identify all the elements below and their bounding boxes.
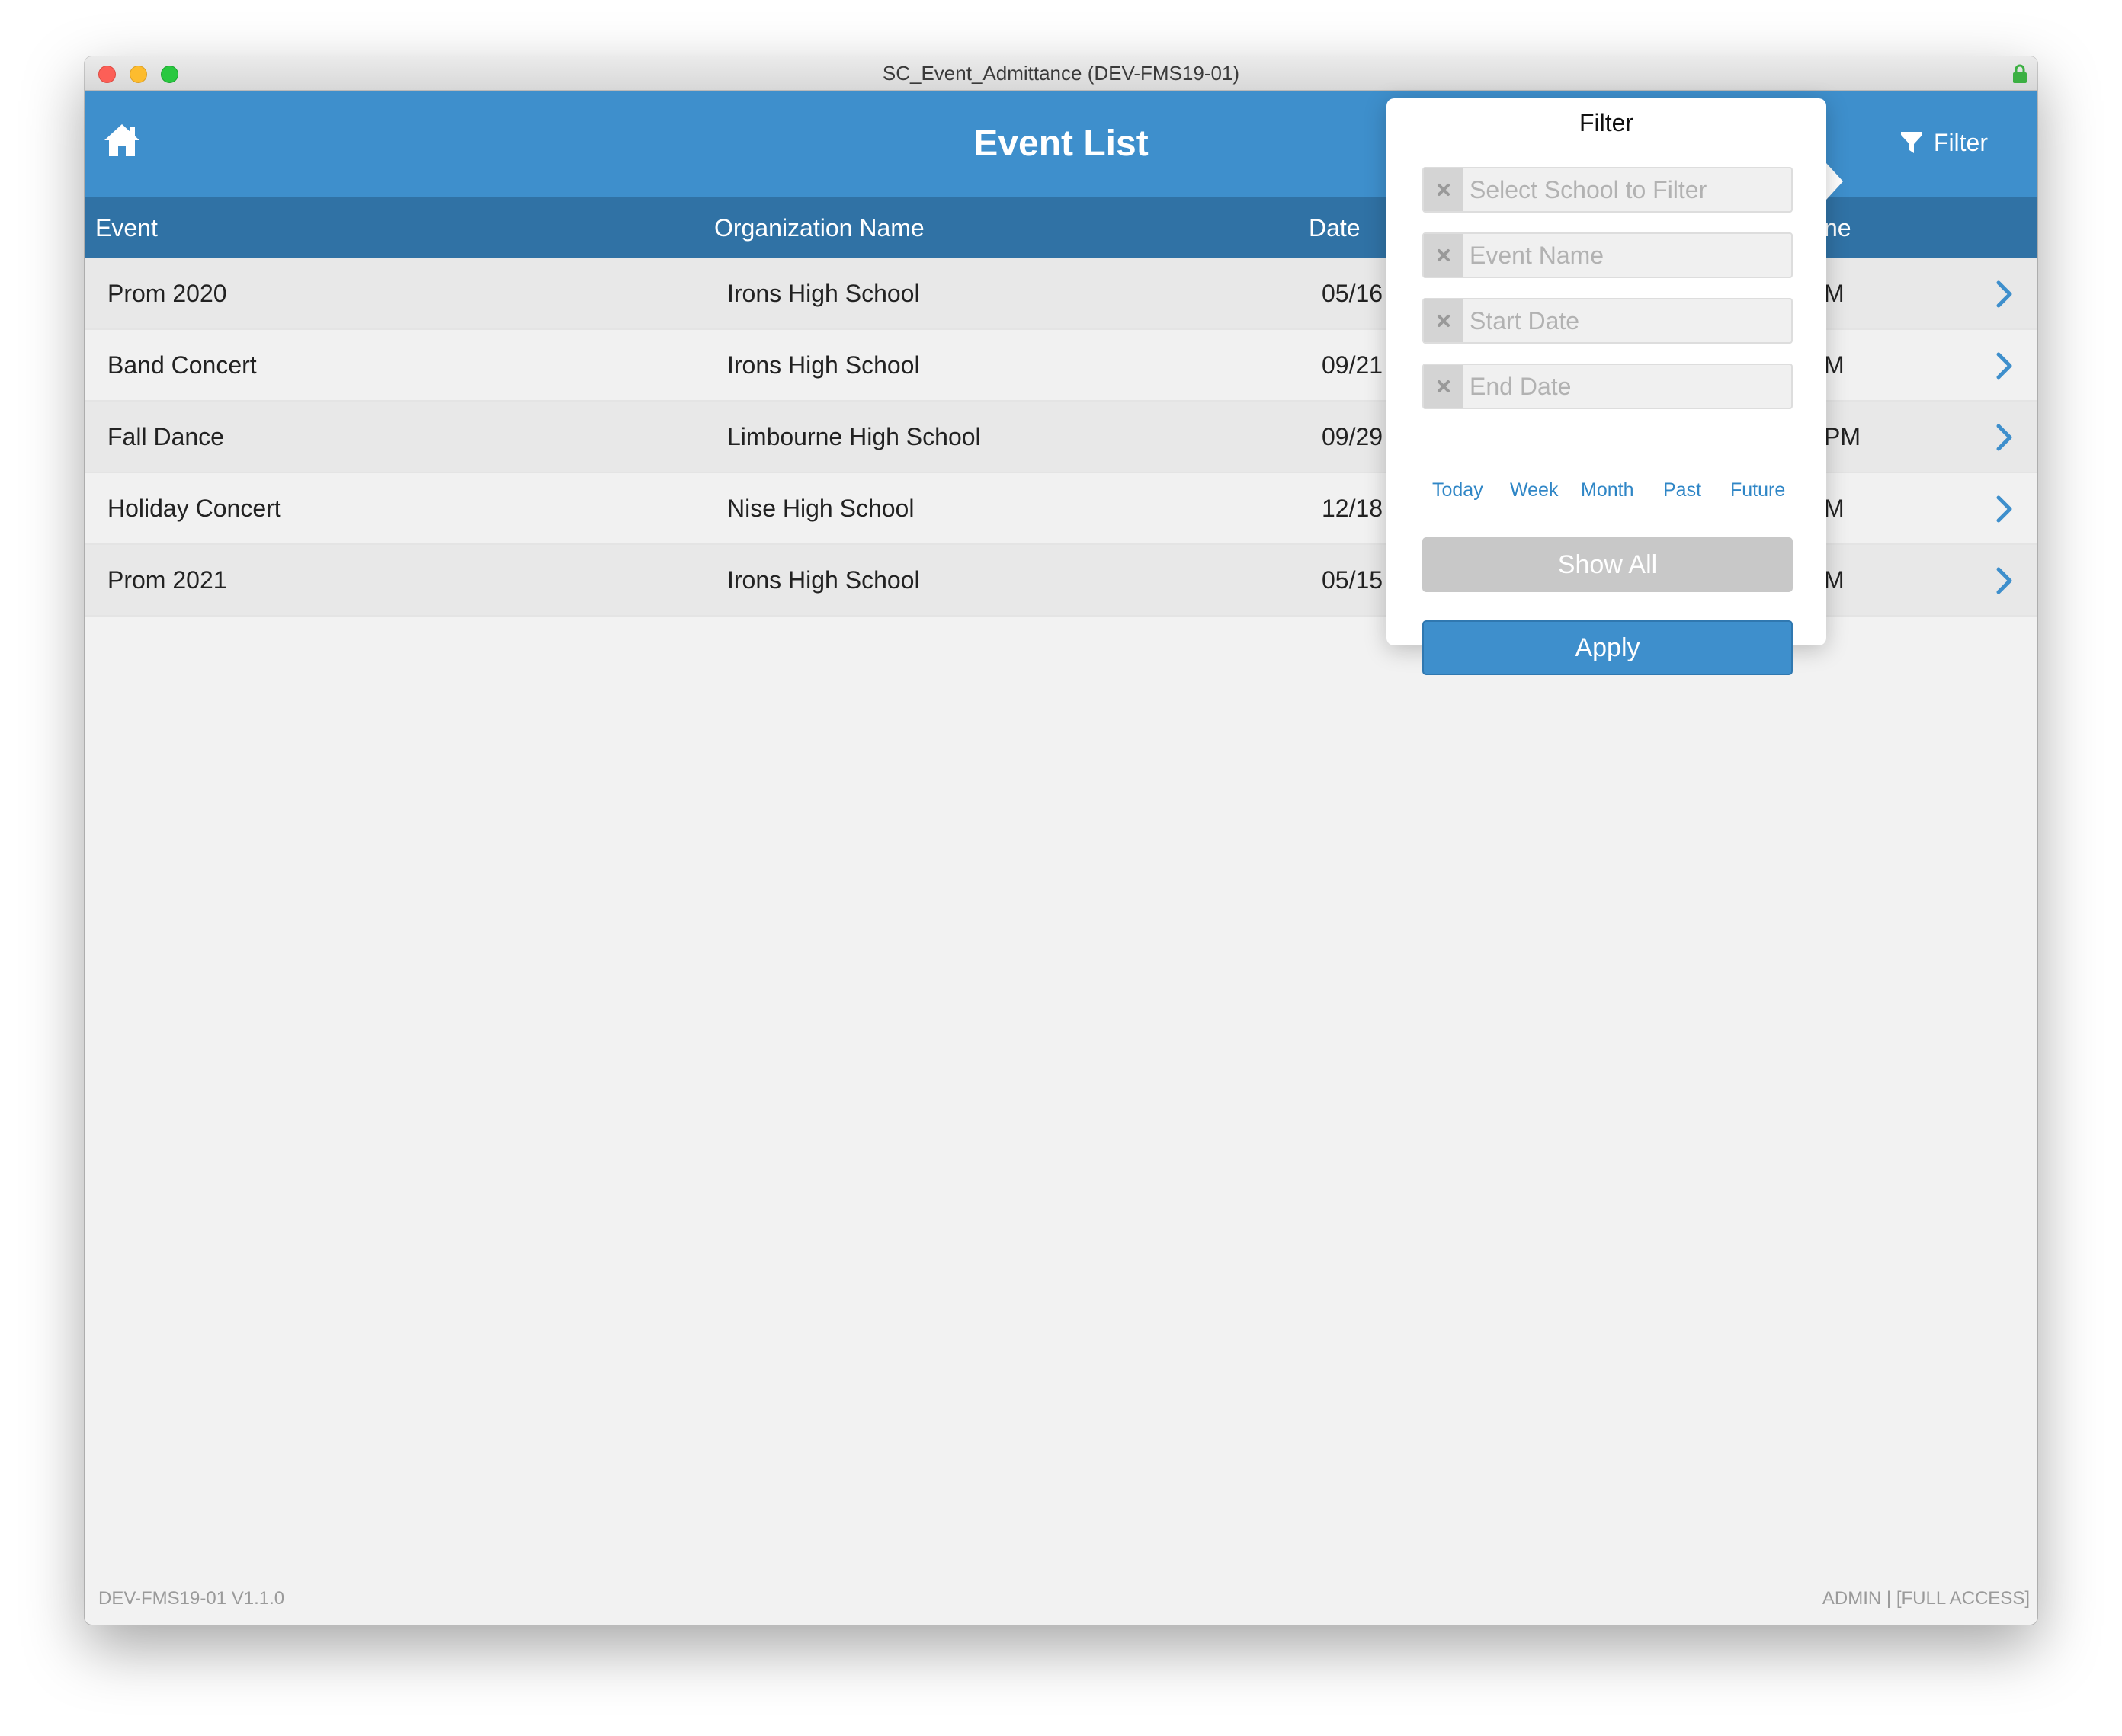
title-bar: SC_Event_Admittance (DEV-FMS19-01) bbox=[85, 56, 2037, 91]
column-header-organization[interactable]: Organization Name bbox=[714, 214, 925, 242]
date-cell: 05/15 bbox=[1322, 566, 1383, 594]
version-label: DEV-FMS19-01 V1.1.0 bbox=[98, 1588, 285, 1609]
organization-cell: Irons High School bbox=[727, 566, 920, 594]
start-date-field bbox=[1422, 298, 1793, 344]
end-date-field bbox=[1422, 364, 1793, 409]
clear-x-icon bbox=[1438, 380, 1450, 392]
organization-cell: Nise High School bbox=[727, 495, 915, 522]
date-cell: 09/29 bbox=[1322, 423, 1383, 450]
chevron-right-icon[interactable] bbox=[1995, 495, 2015, 524]
filter-popover: Filter Today Week Month bbox=[1386, 98, 1826, 675]
clear-end-date-button[interactable] bbox=[1424, 365, 1463, 408]
time-cell: M bbox=[1824, 495, 1845, 522]
event-cell: Prom 2020 bbox=[107, 280, 227, 307]
clear-school-button[interactable] bbox=[1424, 168, 1463, 211]
time-cell: M bbox=[1824, 280, 1845, 307]
chevron-right-icon[interactable] bbox=[1995, 423, 2015, 452]
quick-range-past[interactable]: Past bbox=[1663, 479, 1701, 501]
organization-cell: Irons High School bbox=[727, 280, 920, 307]
end-date-input[interactable] bbox=[1470, 365, 1790, 408]
window-title: SC_Event_Admittance (DEV-FMS19-01) bbox=[882, 62, 1240, 85]
column-header-event[interactable]: Event bbox=[95, 214, 158, 242]
show-all-button[interactable]: Show All bbox=[1422, 537, 1793, 592]
school-filter-field bbox=[1422, 167, 1793, 213]
date-cell: 09/21 bbox=[1322, 351, 1383, 379]
lock-icon bbox=[2013, 64, 2027, 83]
clear-start-date-button[interactable] bbox=[1424, 299, 1463, 342]
organization-cell: Limbourne High School bbox=[727, 423, 981, 450]
column-header-time[interactable]: ne bbox=[1824, 214, 1851, 242]
date-cell: 12/18 bbox=[1322, 495, 1383, 522]
organization-cell: Irons High School bbox=[727, 351, 920, 379]
time-cell: M bbox=[1824, 351, 1845, 379]
event-cell: Band Concert bbox=[107, 351, 257, 379]
filter-button[interactable]: Filter bbox=[1900, 127, 1988, 158]
event-cell: Holiday Concert bbox=[107, 495, 281, 522]
event-cell: Prom 2021 bbox=[107, 566, 227, 594]
quick-range-today[interactable]: Today bbox=[1432, 479, 1483, 501]
chevron-right-icon[interactable] bbox=[1995, 351, 2015, 380]
chevron-right-icon[interactable] bbox=[1995, 566, 2015, 595]
filter-icon bbox=[1900, 132, 1922, 153]
event-name-field bbox=[1422, 232, 1793, 278]
popover-title: Filter bbox=[1579, 109, 1634, 136]
event-name-input[interactable] bbox=[1470, 234, 1790, 277]
access-label: ADMIN | [FULL ACCESS] bbox=[1822, 1588, 2030, 1609]
date-cell: 05/16 bbox=[1322, 280, 1383, 307]
quick-range-month[interactable]: Month bbox=[1581, 479, 1633, 501]
time-cell: PM bbox=[1824, 423, 1861, 450]
apply-button[interactable]: Apply bbox=[1422, 620, 1793, 675]
column-header-date[interactable]: Date bbox=[1309, 214, 1361, 242]
quick-range-future[interactable]: Future bbox=[1730, 479, 1785, 501]
clear-event-name-button[interactable] bbox=[1424, 234, 1463, 277]
clear-x-icon bbox=[1438, 184, 1450, 196]
app-window: SC_Event_Admittance (DEV-FMS19-01) Event… bbox=[85, 56, 2037, 1625]
start-date-input[interactable] bbox=[1470, 299, 1790, 342]
clear-x-icon bbox=[1438, 249, 1450, 261]
chevron-right-icon[interactable] bbox=[1995, 280, 2015, 309]
event-cell: Fall Dance bbox=[107, 423, 224, 450]
time-cell: M bbox=[1824, 566, 1845, 594]
clear-x-icon bbox=[1438, 315, 1450, 327]
popover-arrow bbox=[1826, 163, 1843, 200]
school-filter-input[interactable] bbox=[1470, 168, 1790, 211]
filter-button-label: Filter bbox=[1933, 128, 1988, 156]
quick-range-week[interactable]: Week bbox=[1510, 479, 1558, 501]
